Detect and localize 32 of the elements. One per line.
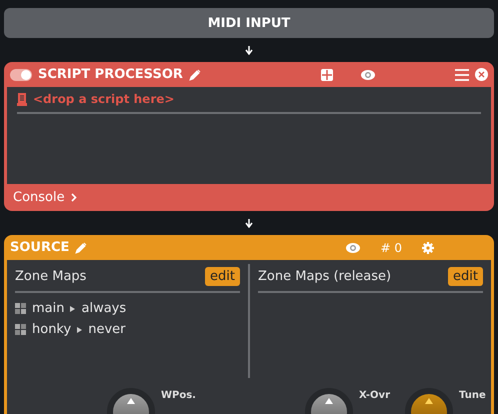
midi-input-bar: MIDI INPUT	[4, 8, 494, 38]
zone-map-condition: never	[88, 322, 126, 337]
pencil-icon[interactable]	[75, 242, 88, 254]
knob-label: X-Ovr	[359, 390, 390, 403]
edit-button[interactable]: edit	[205, 266, 240, 286]
script-icon	[17, 92, 27, 106]
pane-title: Zone Maps	[15, 268, 88, 284]
zone-map-icon	[15, 303, 26, 314]
zone-map-name[interactable]: main	[32, 301, 64, 316]
settings-icon[interactable]	[422, 242, 434, 254]
pencil-icon[interactable]	[188, 68, 201, 80]
down-arrow-icon	[245, 218, 253, 228]
knob-label: WPos.	[161, 390, 196, 403]
console-toggle[interactable]: Console	[13, 190, 65, 205]
eye-icon[interactable]	[361, 70, 375, 80]
module-title: SOURCE	[10, 240, 70, 255]
eye-icon[interactable]	[346, 242, 360, 252]
group-count: # 0	[380, 240, 402, 254]
module-title: SCRIPT PROCESSOR	[38, 67, 183, 82]
pane-title: Zone Maps (release)	[258, 268, 392, 284]
play-arrow-icon	[70, 306, 76, 312]
knob-label: Tune	[459, 390, 486, 403]
enable-toggle[interactable]	[10, 68, 32, 80]
menu-icon[interactable]	[455, 68, 469, 80]
zone-map-name[interactable]: honky	[32, 322, 72, 337]
edit-button[interactable]: edit	[448, 266, 483, 286]
down-arrow-icon	[245, 46, 253, 54]
play-arrow-icon	[77, 326, 82, 332]
close-icon[interactable]	[475, 68, 488, 81]
chevron-icon[interactable]	[70, 193, 77, 202]
zone-map-icon	[15, 324, 26, 335]
zone-map-condition: always	[81, 301, 126, 316]
